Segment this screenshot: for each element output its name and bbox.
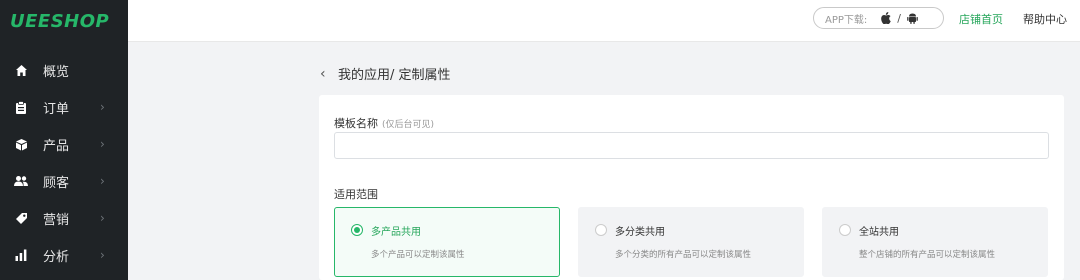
sidebar-item-label: 顾客 xyxy=(43,175,70,191)
logo-text: UEESHOP xyxy=(10,10,110,32)
template-name-hint: (仅后台可见) xyxy=(382,120,435,130)
scope-option-desc: 整个店铺的所有产品可以定制该属性 xyxy=(859,250,996,260)
clipboard-icon xyxy=(14,100,28,114)
radio-unselected-icon[interactable] xyxy=(595,224,607,236)
scope-option-title: 全站共用 xyxy=(859,227,899,238)
app-download-label: APP下载: xyxy=(825,14,868,26)
form-card: 模板名称 (仅后台可见) 适用范围 多产品共用 多个产品可以定制该属性 多分类共用… xyxy=(319,95,1064,280)
breadcrumb-text: 我的应用/ 定制属性 xyxy=(338,68,451,83)
android-icon[interactable] xyxy=(907,12,918,24)
users-icon xyxy=(14,174,28,188)
scope-option-desc: 多个产品可以定制该属性 xyxy=(371,250,465,260)
sidebar-item-label: 订单 xyxy=(43,101,70,117)
sidebar-item-marketing[interactable]: 营销 › xyxy=(0,205,128,231)
scope-label: 适用范围 xyxy=(334,188,378,201)
breadcrumb: ‹ 我的应用/ 定制属性 xyxy=(320,64,451,84)
back-arrow-icon[interactable]: ‹ xyxy=(320,66,334,82)
sidebar-item-analytics[interactable]: 分析 › xyxy=(0,242,128,268)
radio-selected-icon[interactable] xyxy=(351,224,363,236)
sidebar-item-label: 营销 xyxy=(43,212,70,228)
scope-option-desc: 多个分类的所有产品可以定制该属性 xyxy=(615,250,752,260)
chevron-right-icon: › xyxy=(100,211,105,225)
chevron-right-icon: › xyxy=(100,174,105,188)
help-center-link[interactable]: 帮助中心 xyxy=(1023,11,1067,27)
sidebar-item-products[interactable]: 产品 › xyxy=(0,131,128,157)
sidebar: UEESHOP 概览 订单 › 产品 › 顾客 › 营销 › 分析 › xyxy=(0,0,128,280)
chevron-right-icon: › xyxy=(100,100,105,114)
app-download-pill: APP下载: / xyxy=(813,7,944,29)
sidebar-item-label: 概览 xyxy=(43,64,70,80)
template-name-input[interactable] xyxy=(334,132,1049,159)
sidebar-item-overview[interactable]: 概览 xyxy=(0,57,128,83)
scope-option-title: 多产品共用 xyxy=(371,227,421,238)
scope-option-title: 多分类共用 xyxy=(615,227,665,238)
chevron-right-icon: › xyxy=(100,248,105,262)
logo[interactable]: UEESHOP xyxy=(0,0,128,42)
chevron-right-icon: › xyxy=(100,137,105,151)
home-icon xyxy=(14,63,28,77)
tag-icon xyxy=(14,211,28,225)
bar-chart-icon xyxy=(14,248,28,262)
sidebar-item-label: 产品 xyxy=(43,138,70,154)
box-icon xyxy=(14,137,28,151)
sidebar-item-orders[interactable]: 订单 › xyxy=(0,94,128,120)
scope-option-multi-category[interactable]: 多分类共用 多个分类的所有产品可以定制该属性 xyxy=(578,207,804,277)
sidebar-item-label: 分析 xyxy=(43,249,70,265)
store-home-link[interactable]: 店铺首页 xyxy=(959,11,1003,27)
scope-option-multi-product[interactable]: 多产品共用 多个产品可以定制该属性 xyxy=(334,207,560,277)
template-name-label: 模板名称 (仅后台可见) xyxy=(334,115,434,131)
scope-option-site-wide[interactable]: 全站共用 整个店铺的所有产品可以定制该属性 xyxy=(822,207,1048,277)
sidebar-item-customers[interactable]: 顾客 › xyxy=(0,168,128,194)
template-name-label-text: 模板名称 xyxy=(334,117,378,130)
radio-unselected-icon[interactable] xyxy=(839,224,851,236)
separator: / xyxy=(897,11,901,25)
top-bar: APP下载: / 店铺首页 帮助中心 xyxy=(128,0,1080,42)
apple-icon[interactable] xyxy=(881,12,891,24)
